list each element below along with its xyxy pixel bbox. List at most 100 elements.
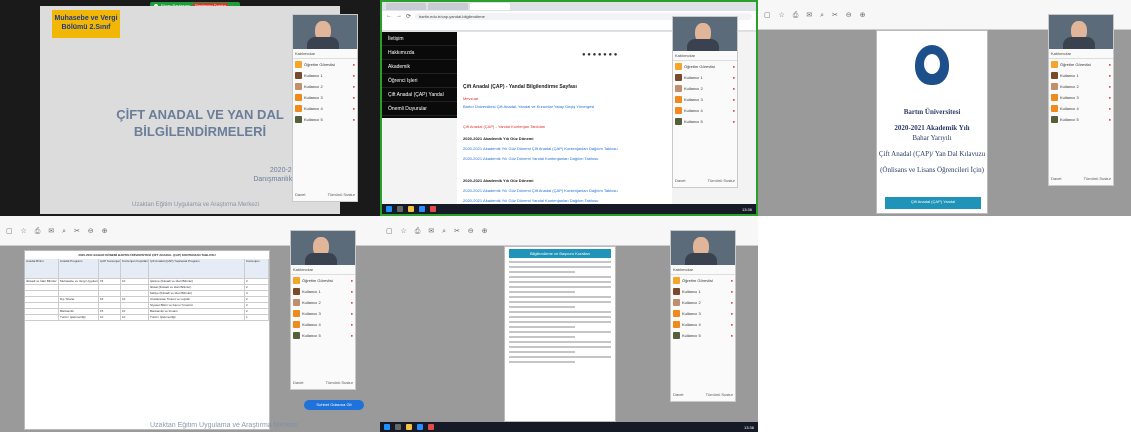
mic-icon[interactable]: ● <box>351 322 353 327</box>
participant-row[interactable]: Öğretim Görevlisi ● <box>293 59 357 70</box>
mic-icon[interactable]: ● <box>731 289 733 294</box>
participant-row[interactable]: Kullanıcı 3 ● <box>671 308 735 319</box>
browser-tab-active[interactable] <box>470 3 510 10</box>
participant-row[interactable]: Kullanıcı 2 ● <box>291 297 355 308</box>
cover-button[interactable]: Çift Anadal (ÇAP) Yandal <box>885 197 981 209</box>
participant-row[interactable]: Kullanıcı 3 ● <box>673 94 737 105</box>
chat-room-button[interactable]: Sohbet Odasına Git <box>304 400 364 410</box>
mic-icon[interactable]: ● <box>351 300 353 305</box>
invite-button[interactable]: Davet <box>295 192 305 197</box>
mic-icon[interactable]: ● <box>351 278 353 283</box>
browser-tab[interactable] <box>428 3 468 10</box>
mic-icon[interactable]: ● <box>1109 106 1111 111</box>
participant-row[interactable]: Kullanıcı 5 ● <box>1049 114 1113 125</box>
mute-all-button[interactable]: Tümünü Sustur <box>1084 176 1111 181</box>
mic-icon[interactable]: ● <box>351 289 353 294</box>
participant-row[interactable]: Kullanıcı 5 ● <box>293 114 357 125</box>
menu-item[interactable]: Akademik <box>382 60 457 74</box>
link-yandal-table[interactable]: 2020-2021 Akademik Yılı Güz Dönemi Yanda… <box>463 156 598 161</box>
mute-all-button[interactable]: Tümünü Sustur <box>706 392 733 397</box>
mic-icon[interactable]: ● <box>353 62 355 67</box>
mute-all-button[interactable]: Tümünü Sustur <box>708 178 735 183</box>
back-icon[interactable]: ← <box>386 13 392 19</box>
participant-row[interactable]: Kullanıcı 4 ● <box>291 319 355 330</box>
participant-row[interactable]: Kullanıcı 2 ● <box>293 81 357 92</box>
participant-row[interactable]: Öğretim Görevlisi ● <box>1049 59 1113 70</box>
participant-row[interactable]: Kullanıcı 1 ● <box>673 72 737 83</box>
folder-icon[interactable] <box>408 206 414 212</box>
participant-row[interactable]: Kullanıcı 4 ● <box>293 103 357 114</box>
participant-row[interactable]: Kullanıcı 5 ● <box>671 330 735 341</box>
windows-icon[interactable] <box>384 424 390 430</box>
participant-row[interactable]: Kullanıcı 1 ● <box>671 286 735 297</box>
participant-row[interactable]: Kullanıcı 3 ● <box>291 308 355 319</box>
mic-icon[interactable]: ● <box>353 95 355 100</box>
participant-row[interactable]: Kullanıcı 3 ● <box>1049 92 1113 103</box>
search-icon[interactable] <box>397 206 403 212</box>
search-icon[interactable] <box>395 424 401 430</box>
mic-icon[interactable]: ● <box>731 333 733 338</box>
mic-icon[interactable]: ● <box>733 119 735 124</box>
participant-row[interactable]: Kullanıcı 2 ● <box>1049 81 1113 92</box>
menu-item[interactable]: Hakkımızda <box>382 46 457 60</box>
mic-icon[interactable]: ● <box>1109 95 1111 100</box>
menu-item[interactable]: Çift Anadal (ÇAP) Yandal <box>382 88 457 102</box>
mute-all-button[interactable]: Tümünü Sustur <box>326 380 353 385</box>
participant-row[interactable]: Kullanıcı 4 ● <box>1049 103 1113 114</box>
participant-row[interactable]: Kullanıcı 4 ● <box>671 319 735 330</box>
mic-icon[interactable]: ● <box>353 84 355 89</box>
forward-icon[interactable]: → <box>396 13 402 19</box>
link-mevzuat[interactable]: Mevzuat <box>463 96 478 101</box>
doc-header-button[interactable]: Bilgilendirme ve Başvuru Kuralları <box>509 249 611 258</box>
invite-button[interactable]: Davet <box>675 178 685 183</box>
mic-icon[interactable]: ● <box>733 86 735 91</box>
participant-row[interactable]: Kullanıcı 2 ● <box>673 83 737 94</box>
link-cap-table[interactable]: 2020-2021 Akademik Yılı Güz Dönemi Çift … <box>463 146 618 151</box>
invite-button[interactable]: Davet <box>673 392 683 397</box>
participant-row[interactable]: Kullanıcı 3 ● <box>293 92 357 103</box>
chrome-icon[interactable] <box>430 206 436 212</box>
participant-row[interactable]: Kullanıcı 1 ● <box>291 286 355 297</box>
participant-row[interactable]: Kullanıcı 2 ● <box>671 297 735 308</box>
invite-button[interactable]: Davet <box>293 380 303 385</box>
mic-icon[interactable]: ● <box>731 311 733 316</box>
folder-icon[interactable] <box>406 424 412 430</box>
menu-item[interactable]: Önemli Duyurular <box>382 102 457 116</box>
link-yandal-table[interactable]: 2020-2021 Akademik Yılı Güz Dönemi Yanda… <box>463 198 598 203</box>
mic-icon[interactable]: ● <box>353 106 355 111</box>
mic-icon[interactable]: ● <box>353 73 355 78</box>
participant-row[interactable]: Öğretim Görevlisi ● <box>673 61 737 72</box>
mic-icon[interactable]: ● <box>1109 117 1111 122</box>
participant-row[interactable]: Kullanıcı 4 ● <box>673 105 737 116</box>
mic-icon[interactable]: ● <box>733 108 735 113</box>
link-cap-table[interactable]: 2020-2021 Akademik Yılı Güz Dönemi Çift … <box>463 188 618 193</box>
mic-icon[interactable]: ● <box>731 278 733 283</box>
participant-row[interactable]: Kullanıcı 1 ● <box>1049 70 1113 81</box>
mic-icon[interactable]: ● <box>733 75 735 80</box>
mic-icon[interactable]: ● <box>351 333 353 338</box>
link-kontenjan[interactable]: Çift Anadal (ÇAP) - Yandal Kontenjan Tab… <box>463 124 545 129</box>
mic-icon[interactable]: ● <box>1109 62 1111 67</box>
windows-icon[interactable] <box>386 206 392 212</box>
menu-item[interactable]: Öğrenci Işleri <box>382 74 457 88</box>
chrome-icon[interactable] <box>428 424 434 430</box>
carousel-dots[interactable]: ● ● ● ● ● ● ● <box>582 52 617 58</box>
invite-button[interactable]: Davet <box>1051 176 1061 181</box>
link-yonerge[interactable]: Bartın Üniversitesi Çift Anadal, Yandal … <box>463 104 594 109</box>
mic-icon[interactable]: ● <box>353 117 355 122</box>
participant-row[interactable]: Öğretim Görevlisi ● <box>671 275 735 286</box>
participant-row[interactable]: Öğretim Görevlisi ● <box>291 275 355 286</box>
mic-icon[interactable]: ● <box>731 300 733 305</box>
participant-row[interactable]: Kullanıcı 1 ● <box>293 70 357 81</box>
zoom-icon[interactable] <box>419 206 425 212</box>
mic-icon[interactable]: ● <box>1109 84 1111 89</box>
mute-all-button[interactable]: Tümünü Sustur <box>328 192 355 197</box>
menu-item[interactable]: İletişim <box>382 32 457 46</box>
mic-icon[interactable]: ● <box>351 311 353 316</box>
zoom-icon[interactable] <box>417 424 423 430</box>
mic-icon[interactable]: ● <box>1109 73 1111 78</box>
mic-icon[interactable]: ● <box>733 64 735 69</box>
mic-icon[interactable]: ● <box>733 97 735 102</box>
reload-icon[interactable]: ⟳ <box>406 13 411 20</box>
mic-icon[interactable]: ● <box>731 322 733 327</box>
